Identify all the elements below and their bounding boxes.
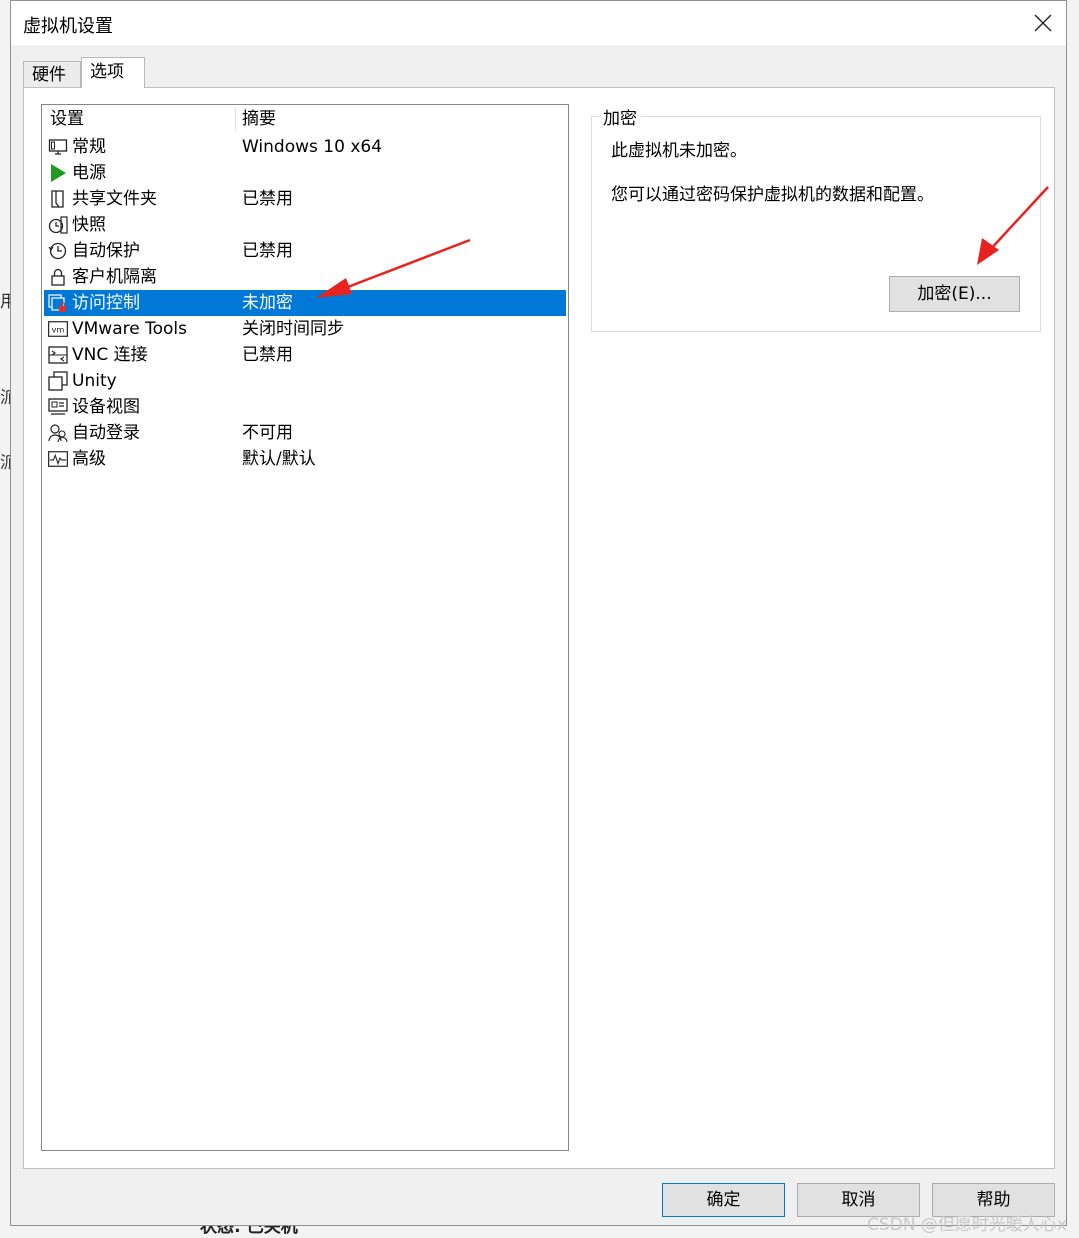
ok-button[interactable]: 确定 <box>662 1183 785 1217</box>
list-item-summary: 默认/默认 <box>242 449 316 469</box>
list-item-autoprotect[interactable]: 自动保护 已禁用 <box>44 238 566 264</box>
list-item-shared-folders[interactable]: 共享文件夹 已禁用 <box>44 186 566 212</box>
encryption-status-text: 此虚拟机未加密。 <box>611 141 747 161</box>
list-item-name: 常规 <box>72 137 106 157</box>
list-item-advanced[interactable]: 高级 默认/默认 <box>44 446 566 472</box>
encryption-info-text: 您可以通过密码保护虚拟机的数据和配置。 <box>611 185 934 205</box>
list-item-name: 电源 <box>72 163 106 183</box>
vm-settings-dialog: 虚拟机设置 硬件 选项 设置 摘要 常规 Windows 10 x64 电源 共… <box>10 0 1067 1226</box>
list-item-summary: 已禁用 <box>242 345 293 365</box>
svg-text:vm: vm <box>52 325 65 335</box>
list-item-name: Unity <box>72 371 117 391</box>
vm-icon: vm <box>48 321 68 337</box>
list-item-summary: 不可用 <box>242 423 293 443</box>
list-item-vnc[interactable]: VNC 连接 已禁用 <box>44 342 566 368</box>
title-bar[interactable]: 虚拟机设置 <box>11 1 1066 45</box>
list-item-unity[interactable]: Unity <box>44 368 566 394</box>
list-item-name: 快照 <box>72 215 106 235</box>
list-item-name: 设备视图 <box>72 397 140 417</box>
list-item-name: VNC 连接 <box>72 345 148 365</box>
list-item-general[interactable]: 常规 Windows 10 x64 <box>44 134 566 160</box>
snapshot-icon <box>48 216 68 234</box>
list-item-summary: 未加密 <box>242 293 293 313</box>
list-item-power[interactable]: 电源 <box>44 160 566 186</box>
list-item-device-view[interactable]: 设备视图 <box>44 394 566 420</box>
device-view-icon <box>48 398 68 415</box>
list-item-name: 客户机隔离 <box>72 267 157 287</box>
clock-icon <box>48 242 67 260</box>
list-item-name: 高级 <box>72 449 106 469</box>
options-panel: 设置 摘要 常规 Windows 10 x64 电源 共享文件夹 已禁用 快照 <box>23 87 1055 1169</box>
settings-list[interactable]: 设置 摘要 常规 Windows 10 x64 电源 共享文件夹 已禁用 快照 <box>41 104 569 1151</box>
pulse-icon <box>48 451 68 467</box>
tab-options[interactable]: 选项 <box>81 57 145 88</box>
list-item-access-control[interactable]: 访问控制 未加密 <box>44 290 566 316</box>
list-item-summary: Windows 10 x64 <box>242 137 383 157</box>
list-item-name: VMware Tools <box>72 319 187 339</box>
column-divider[interactable] <box>235 107 236 131</box>
play-icon <box>51 164 66 182</box>
list-item-name: 共享文件夹 <box>72 189 157 209</box>
tab-hardware[interactable]: 硬件 <box>23 61 81 87</box>
list-item-snapshots[interactable]: 快照 <box>44 212 566 238</box>
encryption-group-label: 加密 <box>599 104 641 129</box>
access-control-icon <box>48 294 66 312</box>
monitor-icon <box>48 139 68 155</box>
list-item-summary: 已禁用 <box>242 241 293 261</box>
list-item-autologon[interactable]: 自动登录 不可用 <box>44 420 566 446</box>
close-icon <box>1034 14 1052 32</box>
column-header-summary[interactable]: 摘要 <box>242 107 276 131</box>
encrypt-button[interactable]: 加密(E)... <box>889 276 1020 312</box>
watermark: CSDN @但愿时光暖人心x <box>867 1215 1067 1235</box>
lock-icon <box>51 268 65 286</box>
close-button[interactable] <box>1020 1 1066 45</box>
window-title: 虚拟机设置 <box>23 16 113 37</box>
list-item-name: 访问控制 <box>72 293 140 313</box>
unity-icon <box>48 371 68 391</box>
list-item-vmware-tools[interactable]: vm VMware Tools 关闭时间同步 <box>44 316 566 342</box>
shared-folder-icon <box>51 190 64 208</box>
list-item-name: 自动保护 <box>72 241 140 261</box>
list-item-summary: 已禁用 <box>242 189 293 209</box>
column-header-setting[interactable]: 设置 <box>50 107 84 131</box>
vnc-icon <box>48 346 68 364</box>
list-item-name: 自动登录 <box>72 423 140 443</box>
list-item-summary: 关闭时间同步 <box>242 319 344 339</box>
list-item-guest-isolation[interactable]: 客户机隔离 <box>44 264 566 290</box>
users-icon <box>48 424 68 443</box>
